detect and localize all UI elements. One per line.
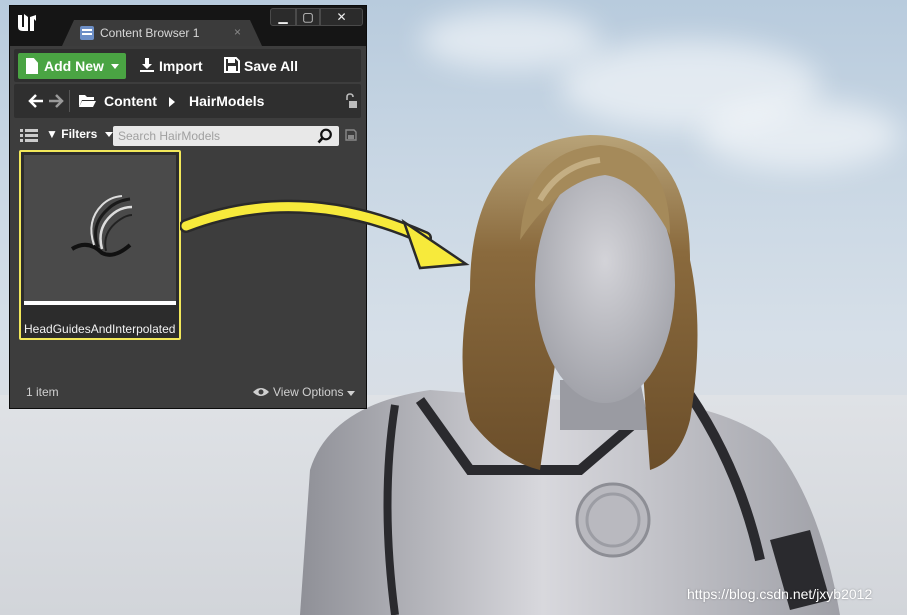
breadcrumb-content[interactable]: Content — [104, 93, 157, 109]
item-count: 1 item — [26, 385, 59, 399]
chevron-down-icon — [347, 391, 355, 396]
path-divider — [69, 90, 70, 112]
toolbar: Add New Import Save All — [14, 49, 361, 82]
watermark: https://blog.csdn.net/jxyb2012 — [687, 586, 873, 602]
chevron-down-icon — [104, 132, 113, 138]
search-input[interactable] — [113, 126, 339, 146]
unreal-logo-icon — [18, 14, 36, 31]
download-icon — [140, 58, 154, 72]
asset-thumbnail — [24, 155, 176, 303]
breadcrumb-hairmodels[interactable]: HairModels — [189, 93, 264, 109]
maximize-button[interactable]: ▢ — [296, 8, 320, 26]
title-bar[interactable]: Content Browser 1 × ▁ ▢ ✕ — [10, 6, 366, 46]
search-icon[interactable] — [317, 128, 333, 144]
minimize-icon: ▁ — [278, 10, 288, 24]
import-label: Import — [159, 58, 203, 74]
lock-icon[interactable] — [344, 93, 358, 109]
filter-row: ▼ Filters — [14, 124, 361, 146]
save-search-icon[interactable] — [345, 129, 357, 141]
tab-close-icon[interactable]: × — [234, 25, 241, 39]
eye-icon — [253, 388, 269, 396]
close-button[interactable]: ✕ — [320, 8, 363, 26]
save-icon — [224, 57, 240, 73]
folder-open-icon — [79, 95, 96, 107]
add-new-button[interactable]: Add New — [18, 53, 126, 79]
add-new-label: Add New — [44, 58, 104, 74]
asset-tile[interactable]: HeadGuidesAndInterpolated — [19, 150, 181, 340]
breadcrumb-chevron-icon[interactable] — [169, 97, 175, 107]
back-arrow-icon[interactable] — [28, 93, 44, 109]
content-browser-tab-icon — [80, 26, 94, 40]
path-bar: Content HairModels — [14, 84, 361, 118]
maximize-icon: ▢ — [302, 10, 314, 24]
asset-name: HeadGuidesAndInterpolated — [24, 322, 176, 336]
window-controls: ▁ ▢ ✕ — [270, 8, 363, 26]
filter-funnel-icon: ▼ — [46, 127, 58, 141]
sources-panel-icon[interactable] — [20, 128, 38, 144]
save-all-label: Save All — [244, 58, 298, 74]
asset-type-bar — [24, 301, 176, 305]
tab-label: Content Browser 1 — [100, 26, 200, 40]
filters-label: Filters — [61, 127, 98, 141]
annotation-arrow — [180, 199, 470, 270]
filters-button[interactable]: ▼ Filters — [46, 127, 113, 141]
forward-arrow-icon[interactable] — [48, 93, 64, 109]
close-icon: ✕ — [336, 10, 347, 24]
view-options-label: View Options — [273, 385, 344, 399]
minimize-button[interactable]: ▁ — [270, 8, 296, 26]
new-document-icon — [26, 58, 38, 74]
tab-content-browser[interactable]: Content Browser 1 × — [62, 20, 262, 46]
hair-groom-icon — [70, 195, 133, 257]
chevron-down-icon — [111, 64, 119, 69]
